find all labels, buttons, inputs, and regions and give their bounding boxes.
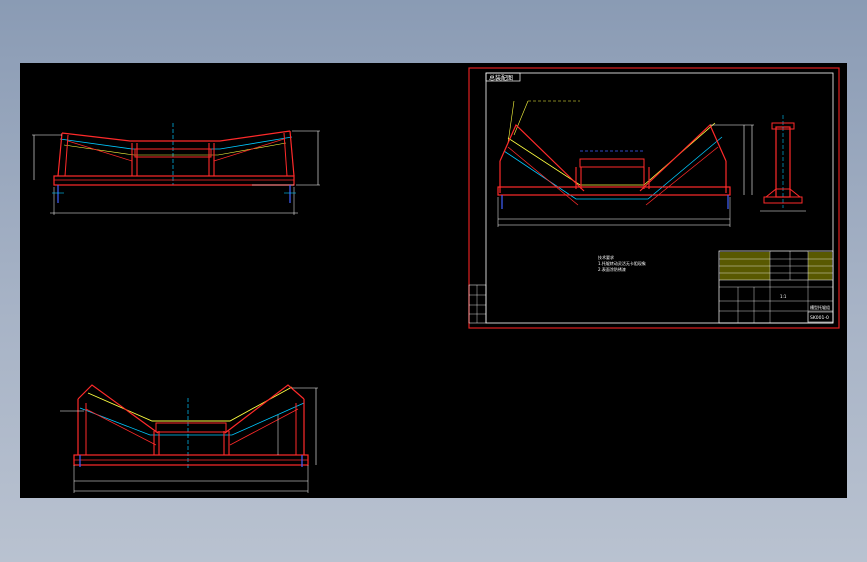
tech-note-title: 技术要求 [598, 254, 614, 260]
view-left-top [32, 123, 320, 215]
trough-belt [503, 136, 723, 200]
drawing-svg: 总装配图 技术要求 1.托辊转动灵活无卡阻现象 2.表面涂防锈漆 1:1 槽型托… [32, 67, 840, 493]
trough-wing-right [224, 384, 305, 434]
sheet-outer-border [468, 67, 840, 329]
frame-base [497, 186, 731, 196]
revision-column [468, 284, 487, 324]
sheet-inner-border [485, 72, 834, 324]
center-roller [579, 158, 645, 168]
wing-right [639, 123, 727, 192]
side-bracket-left [57, 132, 63, 177]
view-left-bottom [60, 384, 318, 493]
center-roller [155, 422, 227, 433]
frame-base [53, 175, 295, 186]
wing-inner-l [507, 146, 579, 206]
title-block: 1:1 槽型托辊组 SK001-0 [718, 250, 834, 324]
drawing-sheet: 总装配图 技术要求 1.托辊转动灵活无卡阻现象 2.表面涂防锈漆 1:1 槽型托… [468, 67, 840, 329]
cad-drawing-canvas[interactable]: 总装配图 技术要求 1.托辊转动灵活无卡阻现象 2.表面涂防锈漆 1:1 槽型托… [20, 63, 847, 498]
sheet-side-view [760, 115, 806, 212]
side-bracket-right [289, 130, 295, 177]
inner-diag-1 [67, 140, 133, 162]
wing-inner-right [229, 408, 299, 446]
sheet-main-view [497, 100, 754, 227]
roller-top-edge [61, 130, 291, 142]
side-bracket-left-2 [64, 134, 69, 177]
inner-diag-2 [213, 138, 285, 162]
title-block-drawing-number: SK001-0 [810, 315, 829, 321]
trough-belt [79, 402, 305, 436]
tech-note-1: 1.托辊转动灵活无卡阻现象 [598, 260, 646, 266]
tech-note-2: 2.表面涂防锈漆 [598, 266, 626, 272]
title-block-drawing-name: 槽型托辊组 [810, 304, 830, 310]
tech-notes: 技术要求 1.托辊转动灵活无卡阻现象 2.表面涂防锈漆 [598, 254, 646, 272]
wing-left [499, 123, 585, 192]
wing-inner-left [85, 408, 157, 446]
sheet-header-tab: 总装配图 [489, 74, 513, 82]
trough-outline [507, 122, 716, 186]
wing-inner-r [645, 146, 719, 206]
side-bracket-right-2 [283, 132, 288, 177]
side-column [775, 126, 791, 198]
title-block-scale: 1:1 [780, 294, 787, 299]
